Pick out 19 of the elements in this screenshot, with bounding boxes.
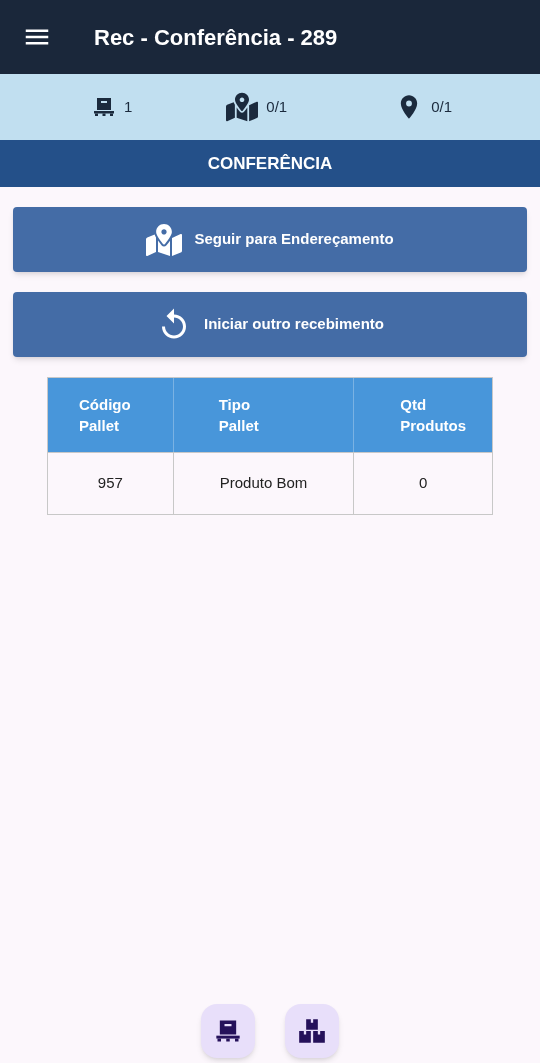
floating-action-button[interactable] [201, 1004, 255, 1058]
column-header: Qtd Produtos [353, 378, 492, 452]
boxes-icon [298, 1017, 326, 1045]
stat-value: 1 [124, 96, 133, 117]
table-cell-text: 957 [96, 473, 124, 494]
map-pin-icon [226, 91, 259, 123]
page-title: Rec - Conferência - 289 [94, 23, 338, 52]
stat-value: 0/1 [431, 96, 453, 117]
column-header: Tipo Pallet [172, 378, 354, 452]
action-button[interactable]: Iniciar outro recebimento [13, 292, 527, 357]
table-cell: Produto Bom [172, 453, 354, 514]
map-pin-icon [146, 221, 183, 258]
stat-value: 0/1 [266, 96, 288, 117]
table-cell: 0 [353, 453, 492, 514]
column-header: Código Pallet [78, 395, 132, 436]
section-title: CONFERÊNCIA [207, 152, 333, 175]
pallet-icon [92, 95, 116, 119]
action-button[interactable]: Seguir para Endereçamento [13, 207, 527, 272]
floating-action-button[interactable] [285, 1004, 339, 1058]
